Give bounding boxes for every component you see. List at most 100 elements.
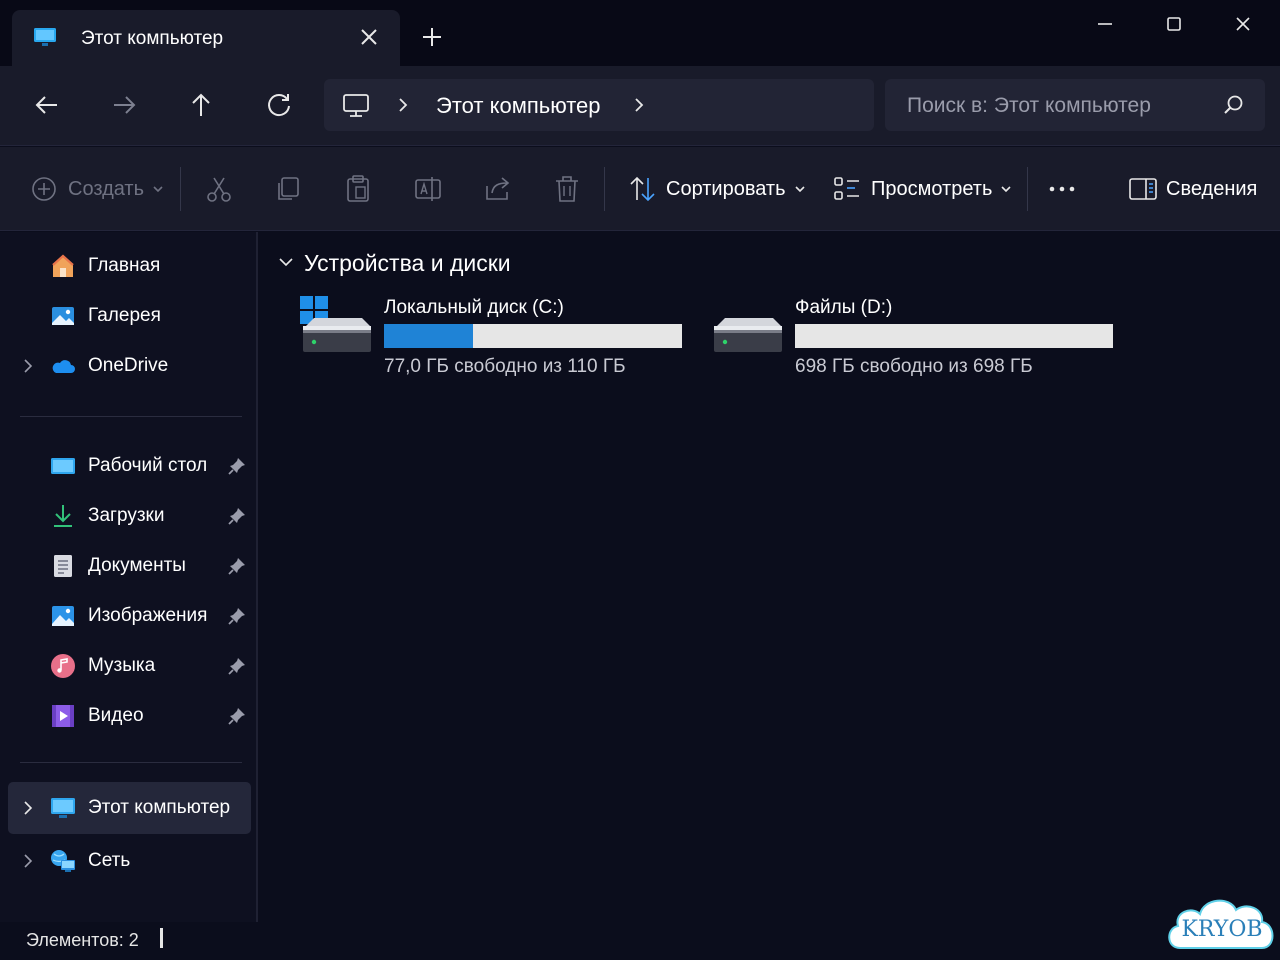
view-button[interactable]: Просмотреть [833, 147, 1012, 231]
refresh-icon[interactable] [264, 90, 294, 120]
sidebar-item-label: Музыка [88, 655, 156, 676]
pin-icon[interactable] [227, 556, 247, 576]
copy-icon [278, 177, 299, 200]
trash-icon [556, 176, 578, 202]
sort-label: Сортировать [666, 177, 786, 200]
chevron-down-icon[interactable] [278, 256, 294, 268]
pictures-icon [52, 606, 74, 626]
sidebar-item-label: Этот компьютер [88, 797, 231, 818]
create-button[interactable]: Создать [30, 147, 164, 231]
drive-item-d[interactable]: Файлы (D:) 698 ГБ свободно из 698 ГБ [711, 292, 1131, 392]
more-options-button[interactable] [1047, 147, 1077, 231]
status-divider [160, 928, 163, 948]
details-button[interactable]: Сведения [1128, 147, 1257, 231]
sidebar-item-pictures[interactable]: Изображения [0, 593, 252, 639]
downloads-icon [54, 505, 72, 527]
drive-name: Файлы (D:) [795, 297, 893, 318]
navigation-bar: Этот компьютер Поиск в: Этот компьютер [0, 66, 1280, 146]
home-icon [52, 254, 74, 277]
more-icon [1049, 186, 1075, 192]
watermark-text: KRYOB [1181, 917, 1262, 942]
drive-space-info: 698 ГБ свободно из 698 ГБ [795, 356, 1033, 377]
sidebar-item-label: Главная [88, 255, 161, 276]
separator [1027, 167, 1028, 211]
plus-circle-icon [32, 177, 56, 201]
documents-icon [54, 555, 72, 577]
up-icon[interactable] [186, 90, 216, 120]
forward-icon[interactable] [109, 90, 139, 120]
cloud-icon [52, 360, 75, 373]
title-bar: Этот компьютер [0, 0, 1280, 66]
delete-button[interactable] [552, 147, 582, 231]
sidebar-item-this-pc[interactable]: Этот компьютер [8, 782, 251, 834]
sidebar-item-label: Рабочий стол [88, 455, 208, 476]
scissors-icon [207, 177, 231, 202]
sidebar-item-onedrive[interactable]: OneDrive [0, 343, 252, 389]
view-list-icon [834, 177, 859, 200]
search-input[interactable]: Поиск в: Этот компьютер [885, 79, 1265, 131]
paste-button[interactable] [343, 147, 373, 231]
drive-usage-fill [384, 324, 474, 348]
new-tab-icon[interactable] [419, 24, 445, 50]
drive-space-info: 77,0 ГБ свободно из 110 ГБ [384, 356, 626, 377]
watermark-logo: KRYOB [1168, 899, 1274, 949]
drive-usage-bar [795, 324, 1113, 348]
sidebar-item-gallery[interactable]: Галерея [0, 293, 252, 339]
sidebar-divider [20, 416, 242, 417]
sidebar-item-label: OneDrive [88, 355, 169, 376]
sidebar-item-video[interactable]: Видео [0, 693, 252, 739]
chevron-right-icon[interactable] [22, 800, 34, 816]
rename-button[interactable] [413, 147, 443, 231]
sort-button[interactable]: Сортировать [628, 147, 806, 231]
details-label: Сведения [1166, 177, 1258, 200]
sidebar-item-network[interactable]: Сеть [0, 838, 252, 884]
tab-this-pc[interactable]: Этот компьютер [12, 10, 400, 66]
create-label: Создать [68, 177, 145, 200]
separator [180, 167, 181, 211]
sidebar-item-label: Сеть [88, 850, 131, 871]
chevron-right-icon[interactable] [396, 97, 410, 113]
maximize-icon[interactable] [1160, 10, 1188, 38]
pin-icon[interactable] [227, 606, 247, 626]
sidebar-divider [20, 762, 242, 763]
sidebar-item-music[interactable]: Музыка [0, 643, 252, 689]
sidebar-item-desktop[interactable]: Рабочий стол [0, 443, 252, 489]
sidebar-item-label: Изображения [88, 605, 208, 626]
gallery-icon [52, 307, 74, 325]
pin-icon[interactable] [227, 656, 247, 676]
close-tab-icon[interactable] [356, 24, 382, 50]
minimize-icon[interactable] [1091, 10, 1119, 38]
search-icon[interactable] [1223, 94, 1245, 116]
cut-button[interactable] [204, 147, 234, 231]
item-count: Элементов: 2 [26, 930, 139, 950]
chevron-right-icon[interactable] [22, 853, 34, 869]
share-icon [486, 177, 510, 200]
back-icon[interactable] [32, 90, 62, 120]
sidebar-item-documents[interactable]: Документы [0, 543, 252, 589]
navigation-pane: Главная Галерея OneDrive Рабочий стол За… [0, 232, 258, 922]
system-drive-icon [300, 296, 371, 352]
address-bar[interactable]: Этот компьютер [324, 79, 874, 131]
pin-icon[interactable] [227, 456, 247, 476]
drive-icon [714, 318, 782, 352]
desktop-folder-icon [51, 458, 75, 474]
sort-icon [630, 176, 655, 202]
drive-item-c[interactable]: Локальный диск (C:) 77,0 ГБ свободно из … [300, 292, 700, 392]
pin-icon[interactable] [227, 506, 247, 526]
chevron-right-icon[interactable] [632, 97, 646, 113]
chevron-right-icon[interactable] [22, 358, 34, 374]
copy-button[interactable] [273, 147, 303, 231]
share-button[interactable] [483, 147, 513, 231]
video-icon [52, 705, 74, 727]
sidebar-item-home[interactable]: Главная [0, 243, 252, 289]
sidebar-item-label: Документы [88, 555, 186, 576]
pin-icon[interactable] [227, 706, 247, 726]
sidebar-item-label: Загрузки [88, 505, 165, 526]
sidebar-item-label: Галерея [88, 305, 161, 326]
chevron-down-icon [153, 186, 163, 193]
sidebar-item-downloads[interactable]: Загрузки [0, 493, 252, 539]
breadcrumb-this-pc[interactable]: Этот компьютер [436, 93, 601, 119]
group-header[interactable]: Устройства и диски [304, 250, 511, 277]
close-window-icon[interactable] [1229, 10, 1257, 38]
drive-name: Локальный диск (C:) [384, 297, 564, 318]
